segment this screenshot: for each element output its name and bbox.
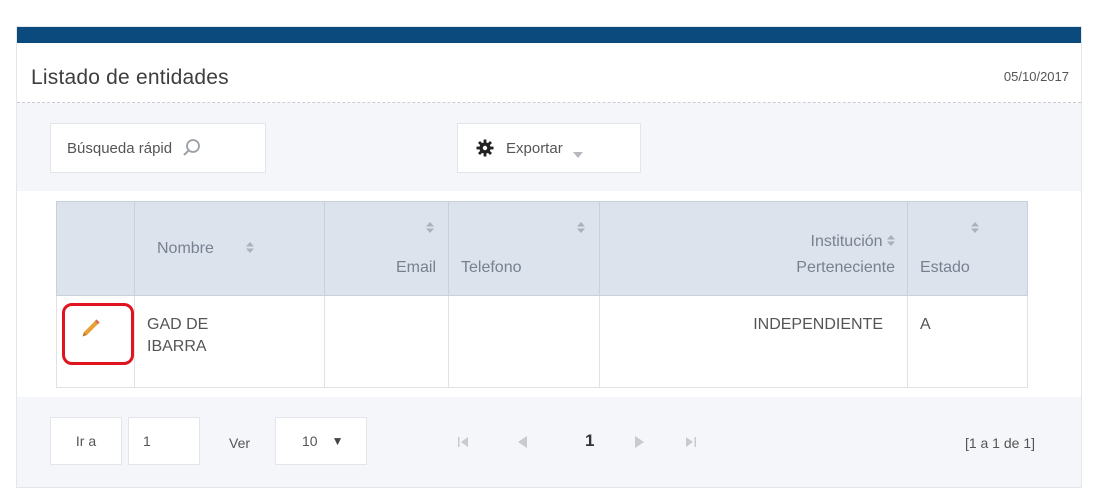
page-size-label: Ver bbox=[229, 435, 251, 451]
column-header-estado[interactable]: Estado bbox=[907, 201, 1028, 296]
current-page-number[interactable]: 1 bbox=[585, 431, 594, 451]
records-range: [1 a 1 de 1] bbox=[964, 435, 1035, 451]
page-size-value: 10 bbox=[302, 433, 318, 449]
quick-search-input[interactable]: Búsqueda rápid bbox=[50, 123, 266, 173]
page-number-value: 1 bbox=[143, 433, 151, 449]
caret-down-icon bbox=[572, 145, 583, 158]
sort-icon[interactable] bbox=[426, 220, 434, 233]
dropdown-arrow-icon: ▼ bbox=[331, 434, 344, 448]
cell-estado: A bbox=[907, 295, 1028, 388]
table-container: Nombre Email Telefono Institución Perten… bbox=[17, 191, 1081, 397]
page-title: Listado de entidades bbox=[31, 66, 229, 89]
column-header-label: Telefono bbox=[461, 259, 522, 276]
export-label: Exportar bbox=[506, 139, 563, 157]
sort-icon[interactable] bbox=[971, 220, 979, 233]
toolbar: Búsqueda rápid Exportar bbox=[17, 103, 1081, 191]
page-number-input[interactable]: 1 bbox=[128, 417, 200, 465]
gear-icon bbox=[476, 139, 494, 157]
goto-page-label: Ir a bbox=[75, 433, 97, 449]
table-row: GAD DE IBARRA INDEPENDIENTE A bbox=[56, 295, 1028, 388]
edit-highlight-box bbox=[62, 303, 134, 365]
table-header-row: Nombre Email Telefono Institución Perten… bbox=[56, 201, 1028, 296]
goto-page-button[interactable]: Ir a bbox=[50, 417, 122, 465]
header-date: 05/10/2017 bbox=[1003, 69, 1069, 84]
column-header-label: Nombre bbox=[157, 239, 214, 257]
column-header-actions bbox=[56, 201, 135, 296]
column-header-email[interactable]: Email bbox=[324, 201, 449, 296]
cell-nombre: GAD DE IBARRA bbox=[134, 295, 325, 388]
column-header-institucion[interactable]: Institución Perteneciente bbox=[599, 201, 908, 296]
quick-search-placeholder: Búsqueda rápid bbox=[67, 139, 173, 157]
column-header-label: Estado bbox=[920, 259, 970, 276]
nombre-line: IBARRA bbox=[147, 338, 207, 355]
panel-top-bar bbox=[17, 27, 1081, 43]
column-header-nombre[interactable]: Nombre bbox=[134, 201, 325, 296]
entities-table: Nombre Email Telefono Institución Perten… bbox=[56, 201, 1028, 388]
next-page-icon[interactable] bbox=[633, 435, 647, 449]
pagination-bar: Ir a 1 Ver 10 ▼ 1 [1 a 1 de 1] bbox=[17, 405, 1081, 489]
last-page-icon[interactable] bbox=[683, 435, 697, 449]
column-header-label: Institución bbox=[810, 233, 883, 250]
column-header-label: Email bbox=[395, 259, 436, 276]
sort-icon[interactable] bbox=[577, 220, 585, 233]
column-header-telefono[interactable]: Telefono bbox=[448, 201, 600, 296]
page-size-select[interactable]: 10 ▼ bbox=[275, 417, 367, 465]
panel-header: Listado de entidades 05/10/2017 bbox=[17, 43, 1081, 103]
search-icon[interactable] bbox=[182, 138, 202, 158]
sort-icon[interactable] bbox=[887, 233, 895, 246]
row-actions-cell bbox=[56, 295, 135, 388]
sort-icon[interactable] bbox=[246, 240, 255, 253]
entities-panel: Listado de entidades 05/10/2017 Búsqueda… bbox=[16, 26, 1082, 488]
export-button[interactable]: Exportar bbox=[457, 123, 641, 173]
first-page-icon[interactable] bbox=[457, 435, 471, 449]
cell-email bbox=[324, 295, 449, 388]
column-header-label: Perteneciente bbox=[796, 259, 895, 276]
cell-telefono bbox=[448, 295, 600, 388]
prev-page-icon[interactable] bbox=[515, 435, 529, 449]
cell-institucion: INDEPENDIENTE bbox=[599, 295, 908, 388]
nombre-line: GAD DE bbox=[147, 316, 209, 333]
